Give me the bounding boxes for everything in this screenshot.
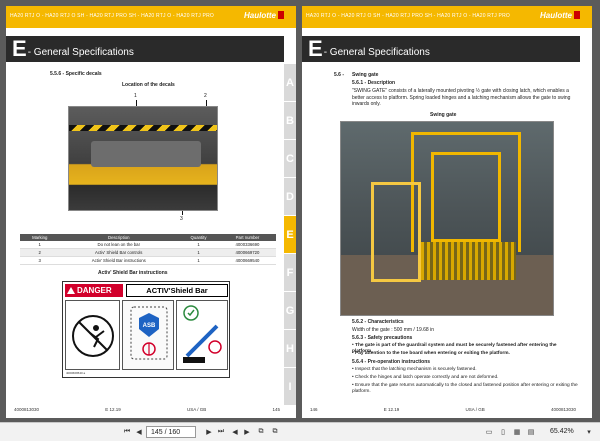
col-marking: Marking	[20, 234, 60, 241]
col-part-number: Part number	[218, 234, 276, 241]
page-footer: 4000813030 E 12.19 USA / GB 145	[14, 407, 280, 412]
back-icon[interactable]: ◀	[230, 427, 240, 437]
callout-2: 2	[204, 93, 207, 99]
danger-label: DANGER	[65, 284, 123, 297]
page-number-input[interactable]: 145 / 160	[146, 426, 196, 438]
section-letter: E	[308, 36, 323, 61]
col-description: Description	[59, 234, 179, 241]
preop-item: • Ensure that the gate returns automatic…	[352, 383, 578, 395]
section-letter: E	[12, 36, 27, 61]
page-header-bar: HA20 RTJ O - HA20 RTJ O SH - HA20 RTJ PR…	[6, 6, 296, 28]
decal-panel-operator	[65, 300, 120, 370]
doc-region: USA / GB	[186, 407, 207, 412]
doc-version: E 12.19	[105, 407, 121, 412]
zoom-dropdown-icon[interactable]: ▾	[584, 427, 594, 437]
document-viewer: HA20 RTJ O - HA20 RTJ O SH - HA20 RTJ PR…	[0, 0, 600, 422]
section-title: - General Specifications	[27, 46, 134, 58]
last-page-button[interactable]: ⏭	[216, 427, 226, 437]
section-name: Swing gate	[352, 72, 379, 78]
single-page-icon[interactable]: ▭	[484, 427, 494, 437]
activ-shield-decal: DANGER ACTIV'Shield Bar ASB 4000669540 a	[62, 281, 230, 378]
shield-bar-label: ACTIV'Shield Bar	[126, 284, 228, 297]
asb-badge-text: ASB	[143, 323, 156, 329]
table-row: 1 Do not lean on the bar 1 4000336690	[20, 241, 276, 249]
section-title: - General Specifications	[323, 46, 430, 58]
tab-f[interactable]: F	[284, 254, 296, 292]
first-page-button[interactable]: ⏮	[122, 427, 132, 437]
decal-panel-machine	[176, 300, 228, 370]
model-list: HA20 RTJ O - HA20 RTJ O SH - HA20 RTJ PR…	[306, 13, 510, 19]
decal-panel-asb: ASB	[122, 300, 174, 370]
preop-heading: 5.6.4 - Pre-operation instructions	[352, 359, 431, 365]
table-row: 3 Activ' Shield Bar instructions 1 40006…	[20, 256, 276, 265]
next-page-button[interactable]: ▶	[204, 427, 214, 437]
photo-title: Swing gate	[430, 112, 457, 118]
preop-item: • Check the hinges and latch operate cor…	[352, 375, 499, 380]
doc-number: 4000813030	[14, 407, 40, 412]
col-quantity: Quantity	[178, 234, 219, 241]
doc-number: 4000813030	[550, 407, 576, 412]
platform-photo	[68, 106, 218, 211]
brand-logo: Haulotte	[540, 11, 580, 20]
page-145: HA20 RTJ O - HA20 RTJ O SH - HA20 RTJ PR…	[6, 6, 296, 418]
table-row: 2 Activ' Shield Bar controls 1 400066972…	[20, 248, 276, 257]
tab-e[interactable]: E	[284, 216, 296, 254]
decals-heading: 5.5.6 - Specific decals	[50, 71, 102, 77]
tab-b[interactable]: B	[284, 102, 296, 140]
two-page-icon[interactable]: ▯	[498, 427, 508, 437]
decal-part-code: 4000669540 a	[66, 371, 86, 375]
doc-region: USA / GB	[465, 407, 485, 412]
page-header-bar: HA20 RTJ O - HA20 RTJ O SH - HA20 RTJ PR…	[302, 6, 592, 28]
tab-g[interactable]: G	[284, 292, 296, 330]
page-146: HA20 RTJ O - HA20 RTJ O SH - HA20 RTJ PR…	[302, 6, 592, 418]
decals-table: Marking Description Quantity Part number…	[20, 234, 276, 265]
page-footer: 146 E 12.19 USA / GB 4000813030	[310, 407, 576, 412]
section-number: 5.6 -	[334, 72, 345, 78]
tab-d[interactable]: D	[284, 178, 296, 216]
scroll-view-icon[interactable]: ▤	[526, 427, 536, 437]
tab-a[interactable]: A	[284, 64, 296, 102]
safety-heading: 5.6.3 - Safety precautions	[352, 335, 413, 341]
tab-h[interactable]: H	[284, 330, 296, 368]
decal-instructions-title: Activ' Shield Bar instructions	[98, 270, 168, 276]
forward-icon[interactable]: ▶	[242, 427, 252, 437]
safety-item: • Pay attention to the toe board when en…	[352, 351, 510, 356]
swing-gate-photo	[340, 121, 554, 316]
viewer-toolbar: ⏮ ◀ 145 / 160 ▶ ⏭ ◀ ▶ ⧉ ⧉ ▭ ▯ ▦ ▤ 65.42%…	[0, 422, 600, 441]
gate-description: "SWING GATE" consists of a laterally mou…	[352, 88, 571, 107]
section-banner: E - General Specifications	[6, 36, 284, 62]
gate-width: Width of the gate : 500 mm / 19.68 in	[352, 327, 434, 333]
warning-icon	[67, 287, 75, 294]
preop-item: • Inspect that the latching mechanism is…	[352, 367, 477, 372]
callout-1: 1	[134, 93, 137, 99]
prev-page-button[interactable]: ◀	[134, 427, 144, 437]
tab-c[interactable]: C	[284, 140, 296, 178]
chapter-tabs: A B C D E F G H I	[284, 64, 296, 406]
callout-3: 3	[180, 216, 183, 222]
copy-page-icon[interactable]: ⧉	[256, 427, 266, 437]
brand-logo: Haulotte	[244, 11, 284, 20]
page-number: 145	[272, 407, 280, 412]
characteristics-heading: 5.6.2 - Characteristics	[352, 319, 404, 325]
decals-location-heading: Location of the decals	[122, 82, 175, 88]
tab-i[interactable]: I	[284, 368, 296, 406]
doc-version: E 12.19	[383, 407, 400, 412]
page-number: 146	[310, 407, 318, 412]
description-heading: 5.6.1 - Description	[352, 80, 396, 86]
grid-view-icon[interactable]: ▦	[512, 427, 522, 437]
section-banner: E - General Specifications	[302, 36, 580, 62]
model-list: HA20 RTJ O - HA20 RTJ O SH - HA20 RTJ PR…	[10, 13, 214, 19]
zoom-level[interactable]: 65.42%	[550, 428, 574, 435]
duplicate-page-icon[interactable]: ⧉	[270, 427, 280, 437]
